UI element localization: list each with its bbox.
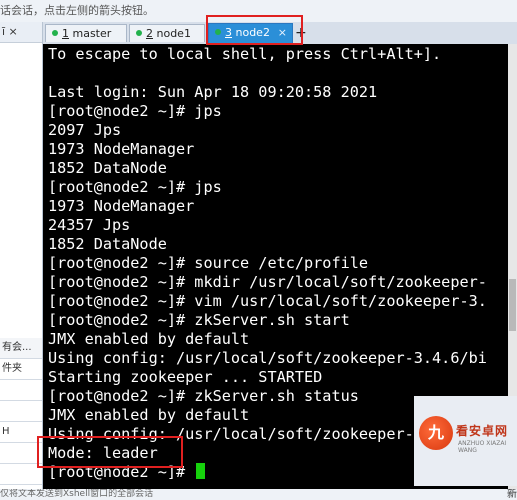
status-right-text: 新: [507, 489, 517, 500]
tab-label: node1: [156, 27, 191, 40]
terminal-line: 1973 NodeManager: [48, 140, 195, 158]
session-hint-text: 话会话，点击左侧的箭头按钮。: [0, 4, 154, 17]
connected-status-icon: [52, 30, 58, 36]
terminal-line: [root@node2 ~]# source /etc/profile: [48, 254, 369, 272]
terminal-line: [root@node2 ~]# mkdir /usr/local/soft/zo…: [48, 273, 487, 291]
terminal-line: [root@node2 ~]# jps: [48, 102, 222, 120]
terminal-line: [root@node2 ~]# jps: [48, 178, 222, 196]
tab-label: master: [72, 27, 112, 40]
tab-number: 1: [62, 27, 69, 40]
mode-highlight-box: [37, 436, 183, 468]
sidebar-header: ī ×: [0, 22, 42, 43]
terminal-line: 1852 DataNode: [48, 159, 167, 177]
tab-master[interactable]: 1 master: [45, 24, 127, 42]
session-sidebar: ī × 有会... 件夹 H: [0, 22, 43, 500]
terminal-cursor: [196, 463, 206, 479]
sidebar-item[interactable]: [0, 464, 42, 485]
terminal-line: 2097 Jps: [48, 121, 122, 139]
terminal-line: 1852 DataNode: [48, 235, 167, 253]
terminal-line: JMX enabled by default: [48, 406, 250, 424]
terminal-line: [root@node2 ~]# vim /usr/local/soft/zook…: [48, 292, 487, 310]
status-text: 仅将文本发送到Xshell窗口的全部会话: [0, 489, 154, 499]
sidebar-list: 有会... 件夹 H: [0, 338, 42, 485]
status-bar: 仅将文本发送到Xshell窗口的全部会话 新: [0, 489, 517, 500]
watermark-subtext: ANZHUO XIAZAI WANG: [458, 440, 507, 454]
sidebar-item[interactable]: [0, 443, 42, 464]
tab-highlight-box: [206, 15, 303, 45]
watermark-logo: 九: [419, 416, 453, 450]
watermark: 九 看安卓网 ANZHUO XIAZAI WANG: [414, 396, 517, 486]
pin-icon[interactable]: ī ×: [2, 25, 18, 38]
terminal-line: 1973 NodeManager: [48, 197, 195, 215]
sidebar-item[interactable]: 有会...: [0, 338, 42, 359]
sidebar-item[interactable]: [0, 380, 42, 401]
terminal-line: To escape to local shell, press Ctrl+Alt…: [48, 45, 442, 63]
terminal-line: Using config: /usr/local/soft/zookeeper-…: [48, 349, 487, 367]
sidebar-item[interactable]: [0, 401, 42, 422]
terminal-line: 24357 Jps: [48, 216, 131, 234]
tab-number: 2: [146, 27, 153, 40]
terminal-line: [root@node2 ~]# zkServer.sh start: [48, 311, 350, 329]
connected-status-icon: [136, 30, 142, 36]
tab-node1[interactable]: 2 node1: [129, 24, 205, 42]
watermark-text: 看安卓网: [456, 424, 509, 438]
terminal-line: Last login: Sun Apr 18 09:20:58 2021: [48, 83, 378, 101]
sidebar-item[interactable]: H: [0, 422, 42, 443]
scrollbar-thumb[interactable]: [509, 279, 516, 331]
terminal-line: [root@node2 ~]# zkServer.sh status: [48, 387, 359, 405]
sidebar-item[interactable]: 件夹: [0, 359, 42, 380]
terminal-line: Starting zookeeper ... STARTED: [48, 368, 323, 386]
terminal-line: JMX enabled by default: [48, 330, 250, 348]
